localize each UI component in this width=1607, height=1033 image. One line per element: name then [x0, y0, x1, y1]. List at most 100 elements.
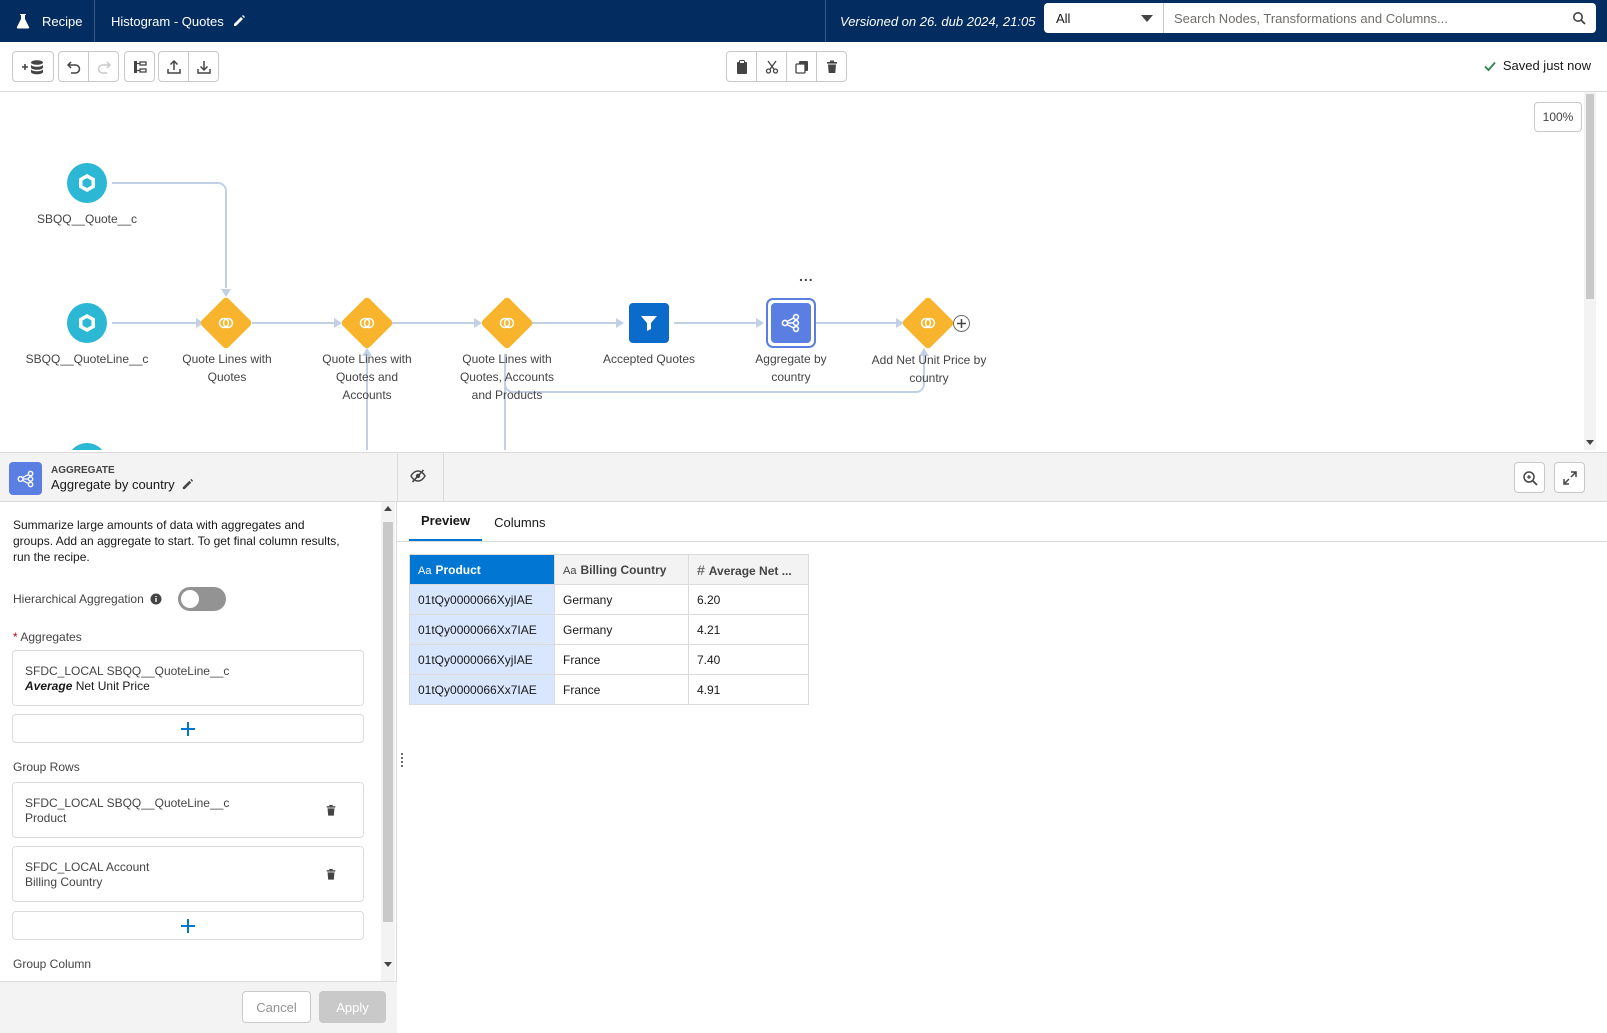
aggregate-field: Net Unit Price: [75, 679, 150, 693]
hierarchical-aggregation-toggle[interactable]: [177, 587, 226, 611]
apply-button[interactable]: Apply: [319, 991, 386, 1023]
node-label-join-products: Quote Lines with Quotes, Accounts and Pr…: [459, 352, 555, 402]
trash-icon[interactable]: [325, 868, 337, 881]
table-cell[interactable]: Germany: [554, 584, 689, 615]
table-cell[interactable]: 4.91: [688, 674, 809, 705]
delete-button[interactable]: [816, 51, 847, 82]
node-label-join-quotes: Quote Lines with Quotes: [182, 352, 272, 384]
cut-button[interactable]: [756, 51, 787, 82]
table-cell[interactable]: 01tQy0000066XyjIAE: [409, 644, 555, 675]
aggregate-type-icon: [9, 462, 42, 495]
database-input-icon: [79, 174, 95, 192]
search-icon[interactable]: [1572, 11, 1586, 25]
aggregate-function: Average: [25, 679, 73, 693]
table-row: 01tQy0000066Xx7IAE Germany 4.21: [409, 614, 809, 645]
toggle-knob: [180, 590, 199, 608]
add-node-button[interactable]: [953, 315, 970, 332]
search-scope-select[interactable]: All: [1044, 3, 1164, 33]
aggregate-description: Summarize large amounts of data with agg…: [13, 518, 340, 564]
recipe-title: Histogram - Quotes: [111, 13, 224, 29]
table-header-row: Aa Product Aa Billing Country # Average Net…: [409, 554, 809, 585]
group-rows-label: Group Rows: [13, 760, 80, 774]
group-row-source: SFDC_LOCAL Account: [25, 860, 150, 874]
filter-node[interactable]: [629, 303, 669, 343]
redo-button[interactable]: [88, 51, 119, 82]
add-aggregate-button[interactable]: [12, 714, 364, 743]
canvas-scrollbar-thumb[interactable]: [1586, 94, 1594, 299]
node-label-quote: SBQQ__Quote__c: [36, 212, 138, 226]
expand-icon: [1562, 470, 1577, 485]
preview-table: Aa Product Aa Billing Country # Average Net…: [409, 554, 809, 705]
table-cell[interactable]: Germany: [554, 614, 689, 645]
join-icon: [920, 317, 936, 329]
data-preview: Preview Columns Aa Product Aa Billing Coun…: [397, 502, 1607, 1033]
tabs-divider: [397, 541, 1607, 542]
undo-button[interactable]: [58, 51, 89, 82]
app-label: Recipe: [42, 13, 83, 29]
paste-button[interactable]: [726, 51, 757, 82]
preview-zoom-button[interactable]: [1514, 462, 1545, 493]
download-button[interactable]: [188, 51, 219, 82]
input-node-quoteline[interactable]: [67, 303, 107, 343]
aggregate-item[interactable]: SFDC_LOCAL SBQQ__QuoteLine__c Average Ne…: [12, 650, 364, 706]
table-cell[interactable]: France: [554, 644, 689, 675]
node-label-quoteline: SBQQ__QuoteLine__c: [25, 352, 149, 366]
scroll-down-icon[interactable]: [384, 962, 392, 968]
group-row-item[interactable]: SFDC_LOCAL Account Billing Country: [12, 846, 364, 902]
scissors-icon: [765, 60, 778, 74]
recipe-canvas[interactable]: SBQQ__Quote__c SBQQ__QuoteLine__c Quote …: [0, 92, 1607, 450]
app-header: Recipe Histogram - Quotes Versioned on 2…: [0, 0, 1607, 42]
input-node-quote[interactable]: [67, 163, 107, 203]
trash-icon[interactable]: [325, 804, 337, 817]
table-cell[interactable]: 01tQy0000066Xx7IAE: [409, 674, 555, 705]
node-label-filter: Accepted Quotes: [602, 352, 696, 366]
column-header-billing-country[interactable]: Aa Billing Country: [554, 554, 689, 585]
table-cell[interactable]: 01tQy0000066Xx7IAE: [409, 614, 555, 645]
column-header-product[interactable]: Aa Product: [409, 554, 555, 585]
copy-icon: [794, 60, 808, 74]
search-box: [1164, 3, 1596, 33]
group-row-item[interactable]: SFDC_LOCAL SBQQ__QuoteLine__c Product: [12, 782, 364, 838]
table-cell[interactable]: 7.40: [688, 644, 809, 675]
column-header-average-net[interactable]: # Average Net ...: [688, 554, 809, 585]
canvas-scrollbar[interactable]: [1584, 92, 1596, 450]
copy-button[interactable]: [786, 51, 817, 82]
table-cell[interactable]: 01tQy0000066XyjIAE: [409, 584, 555, 615]
scroll-up-icon[interactable]: [384, 506, 392, 512]
add-input-data-button[interactable]: [12, 51, 54, 82]
more-actions-icon[interactable]: ...: [799, 268, 814, 284]
table-row: 01tQy0000066XyjIAE France 7.40: [409, 644, 809, 675]
zoom-level-button[interactable]: 100%: [1534, 102, 1582, 132]
settings-scrollbar[interactable]: [381, 502, 395, 981]
tab-columns[interactable]: Columns: [482, 502, 557, 542]
edit-pencil-icon[interactable]: [232, 14, 246, 28]
upload-button[interactable]: [158, 51, 189, 82]
add-database-icon: [22, 59, 43, 74]
database-input-icon: [79, 314, 95, 332]
text-type-icon: Aa: [418, 564, 432, 577]
aggregate-node[interactable]: [766, 298, 816, 348]
column-name: Average Net ...: [708, 563, 792, 578]
cancel-button[interactable]: Cancel: [242, 991, 311, 1023]
number-type-icon: #: [697, 561, 705, 578]
aggregate-item-expression: Average Net Unit Price: [25, 679, 351, 694]
table-cell[interactable]: 4.21: [688, 614, 809, 645]
tab-preview[interactable]: Preview: [409, 502, 483, 542]
hide-panel-button[interactable]: [410, 468, 426, 487]
settings-scrollbar-thumb[interactable]: [383, 522, 393, 922]
scroll-down-icon[interactable]: [1586, 440, 1594, 446]
add-group-row-button[interactable]: [12, 911, 364, 940]
header-divider: [825, 0, 826, 42]
search-scope-value: All: [1056, 10, 1071, 26]
table-cell[interactable]: 6.20: [688, 584, 809, 615]
group-column-label: Group Column: [13, 957, 92, 971]
info-icon[interactable]: [150, 593, 162, 605]
aggregate-node-body: [771, 303, 811, 343]
auto-layout-button[interactable]: [124, 51, 155, 82]
expand-panel-button[interactable]: [1554, 462, 1585, 493]
search-input[interactable]: [1174, 10, 1572, 26]
aggregate-icon: [781, 313, 800, 333]
table-cell[interactable]: France: [554, 674, 689, 705]
edit-pencil-icon[interactable]: [181, 478, 194, 491]
header-divider: [443, 453, 444, 502]
